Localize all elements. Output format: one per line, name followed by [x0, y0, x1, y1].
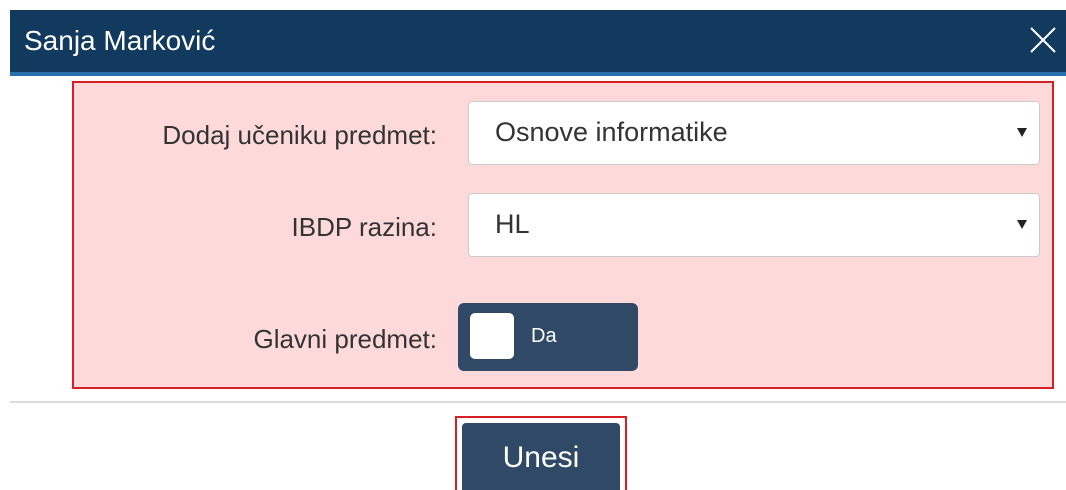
- subject-select[interactable]: Osnove informatike: [468, 101, 1040, 165]
- level-select[interactable]: HL: [468, 193, 1040, 257]
- main-subject-label: Glavni predmet:: [253, 324, 437, 354]
- close-button[interactable]: [1028, 22, 1058, 58]
- subject-label: Dodaj učeniku predmet:: [162, 120, 437, 150]
- dialog-title: Sanja Marković: [24, 25, 216, 56]
- form-highlight-area: Dodaj učeniku predmet: Osnove informatik…: [72, 81, 1054, 389]
- dialog-header: Sanja Marković: [10, 10, 1066, 76]
- footer-divider: [10, 401, 1066, 403]
- modal-dialog: Sanja Marković Dodaj učeniku predmet: Os…: [0, 0, 1066, 490]
- toggle-text: Da: [531, 325, 557, 347]
- caret-down-icon: [1017, 128, 1027, 137]
- subject-select-value: Osnove informatike: [495, 117, 728, 147]
- close-icon: [1030, 27, 1056, 53]
- level-select-value: HL: [495, 209, 530, 239]
- submit-button[interactable]: Unesi: [462, 423, 620, 490]
- toggle-knob: [470, 313, 514, 359]
- caret-down-icon: [1017, 220, 1027, 229]
- main-subject-toggle[interactable]: Da: [458, 303, 638, 371]
- level-label: IBDP razina:: [291, 212, 437, 242]
